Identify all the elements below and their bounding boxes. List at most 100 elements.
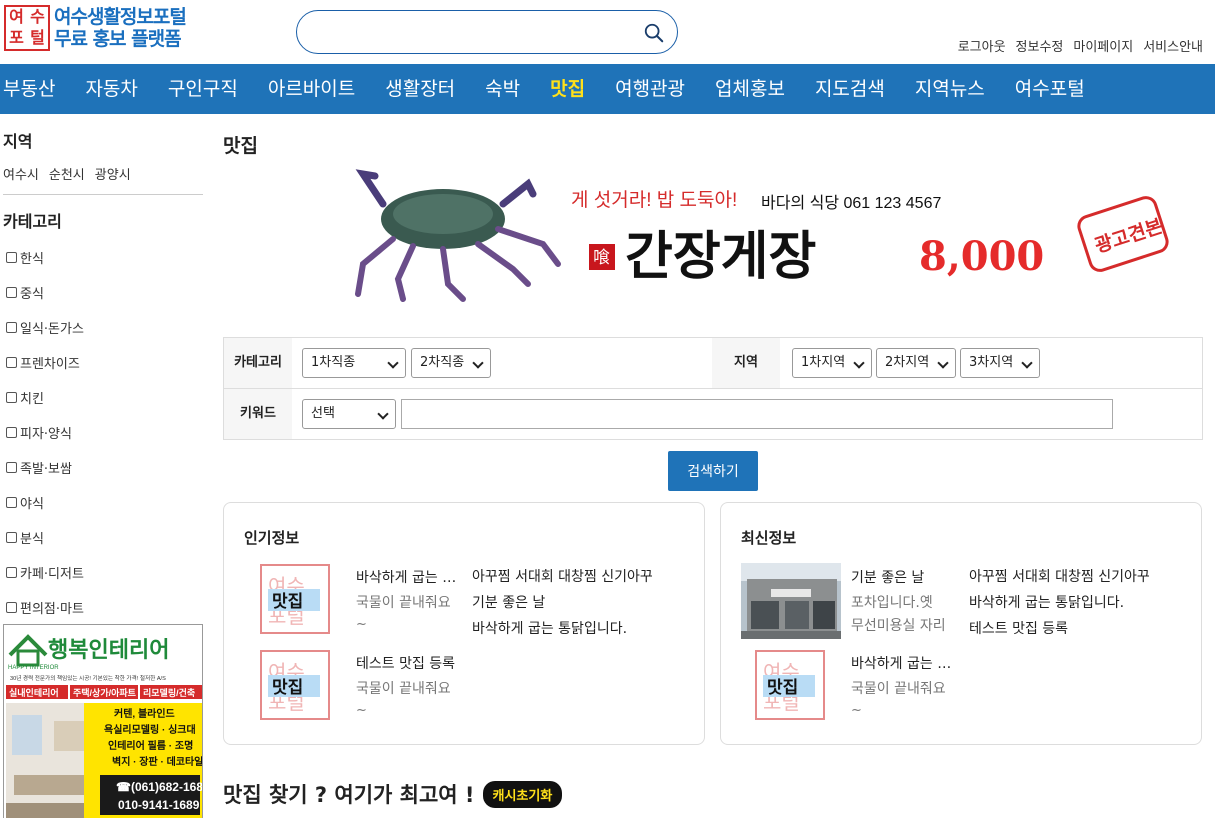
popular-card[interactable]: 여수 포털 맛집 테스트 맛집 등록 국물이 끝내줘요 ~ — [246, 649, 466, 729]
latest-link[interactable]: 아꾸찜 서대회 대창찜 신기아꾸 — [969, 564, 1150, 590]
logout-link[interactable]: 로그아웃 — [958, 36, 1006, 55]
mypage-link[interactable]: 마이페이지 — [1073, 36, 1133, 55]
card-title[interactable]: 바삭하게 굽는 통닭입니다. — [356, 567, 466, 587]
popular-link[interactable]: 바삭하게 굽는 통닭입니다. — [472, 616, 653, 642]
nav-item-news[interactable]: 지역뉴스 — [900, 64, 1000, 114]
card-title[interactable]: 기분 좋은 날 — [851, 567, 961, 587]
category-checkbox[interactable] — [6, 532, 17, 543]
category-list: 한식 중식 일식·돈가스 프렌차이즈 치킨 피자·양식 족발·보쌈 야식 분식 … — [6, 240, 84, 625]
banner-stamp: 광고견본 — [1077, 196, 1169, 272]
ad-phone2: 010-9141-1689 — [118, 798, 200, 812]
ad-tag3: 리모델링/건축 — [143, 687, 195, 698]
region-list: 여수시 순천시 광양시 — [3, 164, 131, 183]
category-checkbox[interactable] — [6, 252, 17, 263]
keyword-type-select[interactable]: 선택 — [302, 399, 396, 429]
category-item[interactable]: 프렌차이즈 — [6, 345, 84, 380]
region3-select[interactable]: 3차지역 — [960, 348, 1040, 378]
latest-panel: 최신정보 기분 좋은 날 포차입니다.옛 무선미용실 자리 여수 포털 맛집 바… — [720, 502, 1202, 745]
region-label: 지역 — [712, 338, 780, 388]
ad-service-3: 인테리어 필름 · 조명 — [108, 739, 193, 752]
card-title[interactable]: 테스트 맛집 등록 — [356, 653, 466, 673]
card-extra: ~ — [356, 617, 367, 632]
page-title: 맛집 — [223, 135, 258, 157]
cache-reset-button[interactable]: 캐시초기화 — [482, 780, 563, 808]
card-title[interactable]: 바삭하게 굽는 통닭입니다. — [851, 653, 961, 673]
category-checkbox[interactable] — [6, 462, 17, 473]
ad-banner[interactable]: 게 섯거라! 밥 도둑아! 바다의 식당 061 123 4567 喰 간장게장… — [353, 164, 1183, 304]
category-item[interactable]: 중식 — [6, 275, 84, 310]
site-logo[interactable]: 여 수 포 털 여수생활정보포털 무료 홍보 플랫폼 — [4, 5, 187, 51]
search-submit-button[interactable]: 검색하기 — [668, 451, 758, 491]
region-item-suncheon[interactable]: 순천시 — [49, 164, 85, 183]
nav-item-market[interactable]: 생활장터 — [370, 64, 470, 114]
latest-card[interactable]: 기분 좋은 날 포차입니다.옛 무선미용실 자리 — [741, 563, 961, 643]
logo-line1: 여수생활정보포털 — [54, 6, 187, 28]
region1-select[interactable]: 1차지역 — [792, 348, 872, 378]
region2-select[interactable]: 2차지역 — [876, 348, 956, 378]
nav-item-cars[interactable]: 자동차 — [70, 64, 152, 114]
latest-card[interactable]: 여수 포털 맛집 바삭하게 굽는 통닭입니다. 국물이 끝내줘요 ~ — [741, 649, 961, 729]
card-subtitle: 국물이 끝내줘요 — [851, 681, 946, 697]
category-item[interactable]: 분식 — [6, 520, 84, 555]
ad-tag2: 주택/상가/아파트 — [73, 687, 137, 698]
interior-ad-image: 행복인테리어 HAPPY INTERIOR 30년 경력 전문가의 책임있는 시… — [4, 625, 202, 818]
category-item[interactable]: 편의점·마트 — [6, 590, 84, 625]
sidebar-ad-banner[interactable]: 행복인테리어 HAPPY INTERIOR 30년 경력 전문가의 책임있는 시… — [3, 624, 203, 818]
svg-text:맛집: 맛집 — [767, 678, 798, 697]
region-item-yeosu[interactable]: 여수시 — [3, 164, 39, 183]
category-item[interactable]: 야식 — [6, 485, 84, 520]
section-heading-text: 맛집 찾기 ? 여기가 최고여 ! — [223, 783, 475, 807]
category-item[interactable]: 치킨 — [6, 380, 84, 415]
region-title: 지역 — [3, 132, 33, 151]
popular-link[interactable]: 아꾸찜 서대회 대창찜 신기아꾸 — [472, 564, 653, 590]
popular-panel: 인기정보 여수 포털 맛집 바삭하게 굽는 통닭입니다. 국물이 끝내줘요 ~ … — [223, 502, 705, 745]
category-checkbox[interactable] — [6, 357, 17, 368]
popular-card[interactable]: 여수 포털 맛집 바삭하게 굽는 통닭입니다. 국물이 끝내줘요 ~ — [246, 563, 466, 643]
category-checkbox[interactable] — [6, 392, 17, 403]
default-food-thumb: 여수 포털 맛집 — [755, 650, 825, 720]
crab-ad-image: 게 섯거라! 밥 도둑아! 바다의 식당 061 123 4567 喰 간장게장… — [355, 169, 1169, 302]
nav-item-map[interactable]: 지도검색 — [800, 64, 900, 114]
nav-item-lodging[interactable]: 숙박 — [470, 64, 535, 114]
card-extra: ~ — [356, 703, 367, 718]
nav-item-restaurants[interactable]: 맛집 — [535, 64, 600, 114]
category-item[interactable]: 피자·양식 — [6, 415, 84, 450]
category-checkbox[interactable] — [6, 427, 17, 438]
section-heading: 맛집 찾기 ? 여기가 최고여 ! 캐시초기화 — [223, 779, 563, 809]
category2-select[interactable]: 2차직종 — [411, 348, 491, 378]
category-checkbox[interactable] — [6, 602, 17, 613]
nav-item-realestate[interactable]: 부동산 — [0, 64, 70, 114]
nav-item-portal[interactable]: 여수포털 — [1000, 64, 1100, 114]
category-item[interactable]: 족발·보쌈 — [6, 450, 84, 485]
category-item[interactable]: 한식 — [6, 240, 84, 275]
category-checkbox[interactable] — [6, 322, 17, 333]
category-checkbox[interactable] — [6, 567, 17, 578]
region-item-gwangyang[interactable]: 광양시 — [95, 164, 131, 183]
nav-item-tourism[interactable]: 여행관광 — [600, 64, 700, 114]
default-food-thumb: 여수 포털 맛집 — [260, 564, 330, 634]
card-extra: 무선미용실 자리 — [851, 618, 946, 634]
category-item[interactable]: 카페·디저트 — [6, 555, 84, 590]
nav-item-business[interactable]: 업체홍보 — [700, 64, 800, 114]
search-icon[interactable] — [643, 22, 665, 44]
category-checkbox[interactable] — [6, 497, 17, 508]
category-label: 카테고리 — [224, 338, 292, 388]
header: 여 수 포 털 여수생활정보포털 무료 홍보 플랫폼 로그아웃 정보수정 마이페… — [0, 0, 1215, 64]
category1-select[interactable]: 1차직종 — [302, 348, 406, 378]
edit-profile-link[interactable]: 정보수정 — [1016, 36, 1064, 55]
category-item[interactable]: 일식·돈가스 — [6, 310, 84, 345]
service-info-link[interactable]: 서비스안내 — [1143, 36, 1203, 55]
ad-service-2: 욕실리모델링 · 싱크대 — [104, 723, 196, 736]
nav-item-parttime[interactable]: 아르바이트 — [253, 64, 370, 114]
category-checkbox[interactable] — [6, 287, 17, 298]
latest-link[interactable]: 테스트 맛집 등록 — [969, 616, 1150, 642]
search-input[interactable] — [315, 19, 635, 45]
storefront-photo — [741, 563, 841, 639]
nav-item-jobs[interactable]: 구인구직 — [153, 64, 253, 114]
svg-text:맛집: 맛집 — [272, 678, 303, 697]
default-food-thumb: 여수 포털 맛집 — [260, 650, 330, 720]
latest-link[interactable]: 바삭하게 굽는 통닭입니다. — [969, 590, 1150, 616]
popular-link[interactable]: 기분 좋은 날 — [472, 590, 653, 616]
keyword-input[interactable] — [401, 399, 1113, 429]
ad-title: 행복인테리어 — [48, 637, 169, 662]
